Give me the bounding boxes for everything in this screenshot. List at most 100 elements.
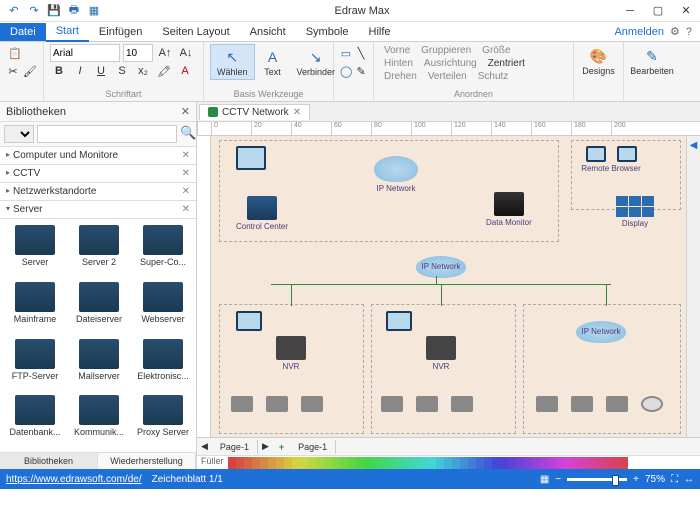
drawing-canvas[interactable]: Control Center IP Network Data Monitor R… [211, 136, 686, 437]
undo-icon[interactable]: ↶ [6, 3, 22, 19]
print-icon[interactable]: 🖶 [66, 3, 82, 19]
tab-help[interactable]: Hilfe [359, 23, 401, 41]
font-name-select[interactable] [50, 44, 120, 62]
font-color-icon[interactable]: A [176, 62, 194, 80]
shape-database[interactable]: Datenbank... [4, 393, 66, 448]
paste-icon[interactable]: 📋 [6, 44, 24, 62]
fit-width-icon[interactable]: ↔ [684, 474, 694, 485]
node-camera-3b[interactable] [571, 396, 593, 412]
login-link[interactable]: Anmelden [614, 26, 664, 38]
shape-server[interactable]: Server [4, 223, 66, 278]
minimize-button[interactable]: ─ [616, 0, 644, 22]
node-control-center[interactable]: Control Center [236, 196, 288, 231]
align-button[interactable]: Ausrichtung [420, 57, 481, 70]
shape-mainframe[interactable]: Mainframe [4, 280, 66, 335]
node-pc[interactable] [236, 146, 266, 170]
shape-supercomputer[interactable]: Super-Co... [132, 223, 194, 278]
text-tool[interactable]: AText [255, 45, 291, 79]
node-ip-cloud-3[interactable]: IP Network [571, 321, 631, 336]
node-display[interactable]: Display [616, 196, 654, 228]
lib-cat-network[interactable]: ▸Netzwerkstandorte✕ [0, 183, 196, 201]
underline-button[interactable]: U [92, 62, 110, 80]
page-nav-prev[interactable]: ◀ [197, 441, 212, 452]
shape-server2[interactable]: Server 2 [68, 223, 130, 278]
designs-button[interactable]: 🎨Designs [580, 44, 617, 78]
highlight-icon[interactable]: 🖍 [155, 62, 173, 80]
zoom-slider[interactable] [567, 478, 627, 481]
select-tool[interactable]: ↖Wählen [210, 44, 255, 80]
protect-button[interactable]: Schutz [474, 70, 513, 83]
lib-cat-computer[interactable]: ▸Computer und Monitore✕ [0, 147, 196, 165]
node-remote-browser[interactable]: Remote Browser [581, 146, 641, 173]
help-icon[interactable]: ? [686, 26, 692, 38]
shape-fileserver[interactable]: Dateiserver [68, 280, 130, 335]
node-nvr-2[interactable]: NVR [416, 336, 466, 371]
save-icon[interactable]: 💾 [46, 3, 62, 19]
add-page-button[interactable]: + [273, 442, 290, 452]
increase-font-icon[interactable]: A↑ [156, 44, 174, 62]
shape-electronic[interactable]: Elektronisc... [132, 337, 194, 392]
node-nvr-monitor-1[interactable] [236, 311, 262, 331]
grid-icon[interactable]: ▦ [86, 3, 102, 19]
library-search-input[interactable] [37, 125, 177, 143]
pen-icon[interactable]: ✎ [355, 62, 367, 80]
lib-tab-recovery[interactable]: Wiederherstellung [98, 453, 196, 469]
node-camera-2b[interactable] [416, 396, 438, 412]
format-painter-icon[interactable]: 🖌 [23, 62, 37, 80]
size-button[interactable]: Größe [478, 44, 514, 57]
node-camera-3c[interactable] [606, 396, 628, 412]
page-nav-next[interactable]: ▶ [258, 441, 273, 452]
distribute-button[interactable]: Verteilen [424, 70, 471, 83]
bring-front-button[interactable]: Vorne [380, 44, 414, 57]
node-camera-1c[interactable] [301, 396, 323, 412]
maximize-button[interactable]: ▢ [644, 0, 672, 22]
lib-cat-server[interactable]: ▾Server✕ [0, 201, 196, 219]
page-tab-2[interactable]: Page-1 [290, 440, 336, 454]
close-button[interactable]: ✕ [672, 0, 700, 22]
redo-icon[interactable]: ↷ [26, 3, 42, 19]
zoom-in-icon[interactable]: + [633, 474, 639, 485]
tab-view[interactable]: Ansicht [240, 23, 296, 41]
tab-start[interactable]: Start [46, 22, 89, 42]
tab-page-layout[interactable]: Seiten Layout [152, 23, 239, 41]
document-tab-close-icon[interactable]: ✕ [293, 107, 301, 118]
shape-comm[interactable]: Kommunik... [68, 393, 130, 448]
status-url[interactable]: https://www.edrawsoft.com/de/ [6, 474, 142, 485]
shape-proxy[interactable]: Proxy Server [132, 393, 194, 448]
rotate-button[interactable]: Drehen [380, 70, 421, 83]
group-button[interactable]: Gruppieren [417, 44, 475, 57]
document-tab[interactable]: CCTV Network ✕ [199, 104, 310, 120]
right-panel-toggle[interactable]: ◀ [686, 136, 700, 437]
tab-symbols[interactable]: Symbole [296, 23, 359, 41]
node-data-monitor[interactable]: Data Monitor [486, 192, 532, 227]
node-camera-3d[interactable] [641, 396, 663, 412]
color-swatches[interactable] [228, 456, 700, 469]
decrease-font-icon[interactable]: A↓ [177, 44, 195, 62]
view-mode-icon[interactable]: ▦ [540, 474, 549, 485]
edit-button[interactable]: ✎Bearbeiten [630, 44, 674, 78]
strike-button[interactable]: S [113, 62, 131, 80]
node-ip-cloud-1[interactable]: IP Network [371, 156, 421, 193]
shape-mailserver[interactable]: Mailserver [68, 337, 130, 392]
shape-ellipse-icon[interactable]: ◯ [340, 62, 352, 80]
line-icon[interactable]: ╲ [355, 44, 367, 62]
bold-button[interactable]: B [50, 62, 68, 80]
search-icon[interactable]: 🔍 [180, 125, 196, 143]
fit-page-icon[interactable]: ⛶ [671, 474, 678, 485]
node-nvr-1[interactable]: NVR [266, 336, 316, 371]
shape-webserver[interactable]: Webserver [132, 280, 194, 335]
lib-cat-cctv[interactable]: ▸CCTV✕ [0, 165, 196, 183]
node-ip-cloud-2[interactable]: IP Network [411, 256, 471, 271]
library-close-icon[interactable]: ✕ [181, 105, 190, 118]
cut-icon[interactable]: ✂ [6, 62, 20, 80]
send-back-button[interactable]: Hinten [380, 57, 417, 70]
node-nvr-monitor-2[interactable] [386, 311, 412, 331]
tab-insert[interactable]: Einfügen [89, 23, 152, 41]
node-camera-1b[interactable] [266, 396, 288, 412]
lib-tab-libraries[interactable]: Bibliotheken [0, 453, 98, 469]
center-button[interactable]: Zentriert [484, 57, 529, 70]
node-camera-2a[interactable] [381, 396, 403, 412]
library-filter-select[interactable] [4, 125, 34, 143]
subscript-button[interactable]: x₂ [134, 62, 152, 80]
node-camera-3a[interactable] [536, 396, 558, 412]
